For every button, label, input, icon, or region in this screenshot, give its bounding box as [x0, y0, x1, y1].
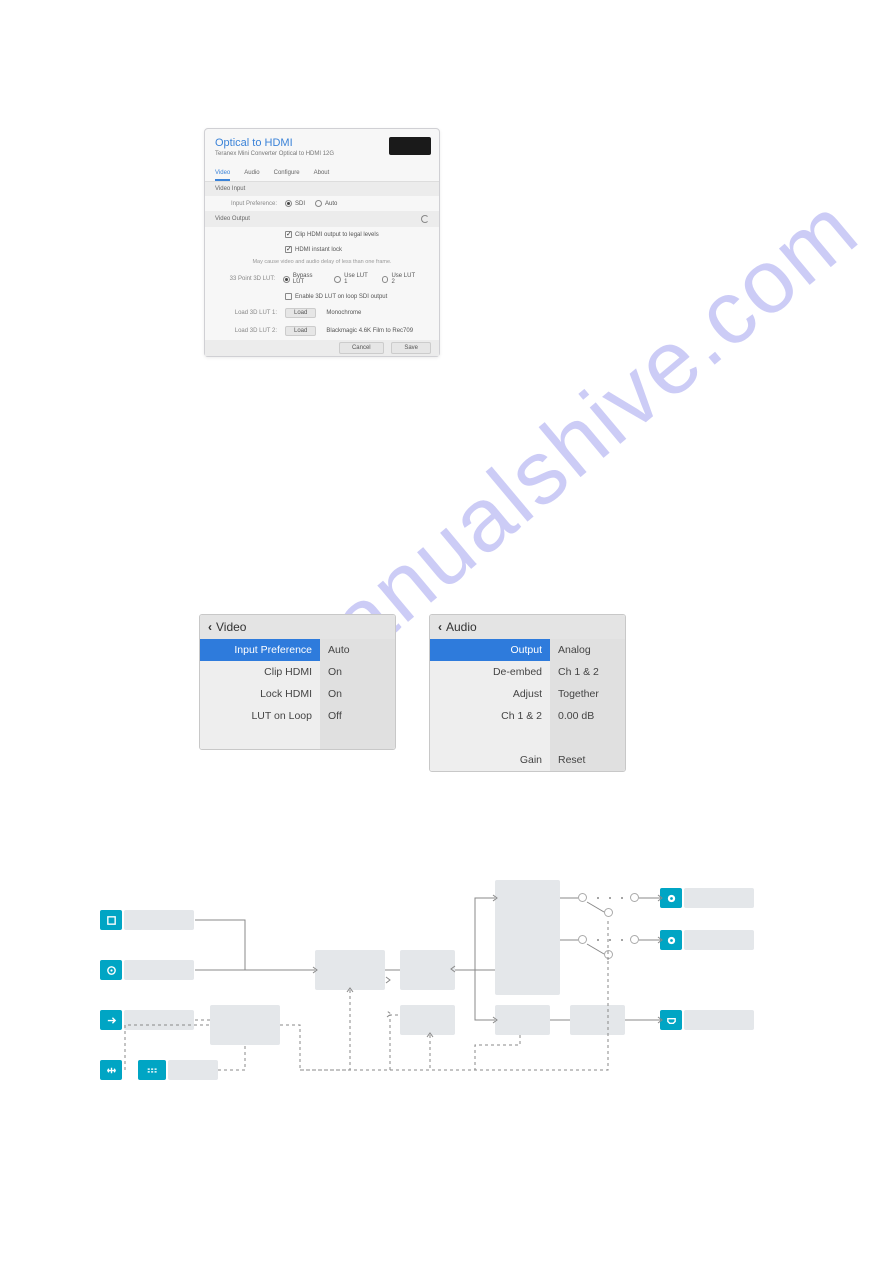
tab-audio[interactable]: Audio — [244, 167, 259, 181]
audio-val-ch12: 0.00 dB — [550, 705, 625, 727]
load-lut1-button[interactable]: Load — [285, 308, 316, 318]
audio-val-gain: Reset — [550, 749, 625, 771]
save-button[interactable]: Save — [391, 342, 431, 354]
load-lut2-label: Load 3D LUT 2: — [215, 328, 285, 334]
section-video-input: Video Input — [205, 182, 439, 196]
audio-row-output[interactable]: Output — [430, 639, 550, 661]
tab-video[interactable]: Video — [215, 167, 230, 181]
video-panel-header[interactable]: ‹Video — [200, 615, 395, 639]
audio-row-deembed[interactable]: De-embed — [430, 661, 550, 683]
video-row-input-preference[interactable]: Input Preference — [200, 639, 320, 661]
radio-auto[interactable]: Auto — [315, 200, 337, 207]
load-lut1-label: Load 3D LUT 1: — [215, 310, 285, 316]
radio-use-lut1[interactable]: Use LUT 1 — [334, 273, 371, 285]
audio-val-output: Analog — [550, 639, 625, 661]
settings-dialog: Optical to HDMI Teranex Mini Converter O… — [204, 128, 440, 357]
device-thumbnail — [389, 137, 431, 155]
section-video-output: Video Output — [205, 211, 439, 227]
chevron-left-icon: ‹ — [208, 620, 212, 634]
check-instant-lock[interactable]: HDMI instant lock — [285, 246, 342, 253]
tab-bar: Video Audio Configure About — [205, 167, 439, 182]
chevron-left-icon: ‹ — [438, 620, 442, 634]
video-val-clip-hdmi: On — [320, 661, 395, 683]
audio-val-adjust: Together — [550, 683, 625, 705]
video-row-clip-hdmi[interactable]: Clip HDMI — [200, 661, 320, 683]
load-lut2-button[interactable]: Load — [285, 326, 316, 336]
refresh-icon[interactable] — [421, 215, 429, 223]
video-row-lock-hdmi[interactable]: Lock HDMI — [200, 683, 320, 705]
video-row-lut-on-loop[interactable]: LUT on Loop — [200, 705, 320, 727]
video-val-input-preference: Auto — [320, 639, 395, 661]
video-panel: ‹Video Input Preference Clip HDMI Lock H… — [199, 614, 396, 750]
lut2-name: Blackmagic 4.6K Film to Rec709 — [316, 328, 413, 334]
check-clip-hdmi[interactable]: Clip HDMI output to legal levels — [285, 231, 379, 238]
cancel-button[interactable]: Cancel — [339, 342, 384, 354]
lut1-name: Monochrome — [316, 310, 361, 316]
delay-note: May cause video and audio delay of less … — [205, 257, 439, 269]
audio-val-deembed: Ch 1 & 2 — [550, 661, 625, 683]
radio-bypass-lut[interactable]: Bypass LUT — [283, 273, 324, 285]
lut-label: 33 Point 3D LUT: — [215, 276, 283, 282]
check-enable-loop[interactable]: Enable 3D LUT on loop SDI output — [285, 293, 387, 300]
tab-configure[interactable]: Configure — [274, 167, 300, 181]
radio-use-lut2[interactable]: Use LUT 2 — [382, 273, 419, 285]
audio-row-gain[interactable]: Gain — [430, 749, 550, 771]
input-preference-label: Input Preference: — [215, 201, 285, 207]
radio-sdi[interactable]: SDI — [285, 200, 305, 207]
audio-row-adjust[interactable]: Adjust — [430, 683, 550, 705]
audio-row-ch12[interactable]: Ch 1 & 2 — [430, 705, 550, 727]
block-diagram — [100, 880, 800, 1100]
audio-panel: ‹Audio Output De-embed Adjust Ch 1 & 2 G… — [429, 614, 626, 772]
video-val-lut-on-loop: Off — [320, 705, 395, 727]
audio-panel-header[interactable]: ‹Audio — [430, 615, 625, 639]
tab-about[interactable]: About — [314, 167, 330, 181]
video-val-lock-hdmi: On — [320, 683, 395, 705]
